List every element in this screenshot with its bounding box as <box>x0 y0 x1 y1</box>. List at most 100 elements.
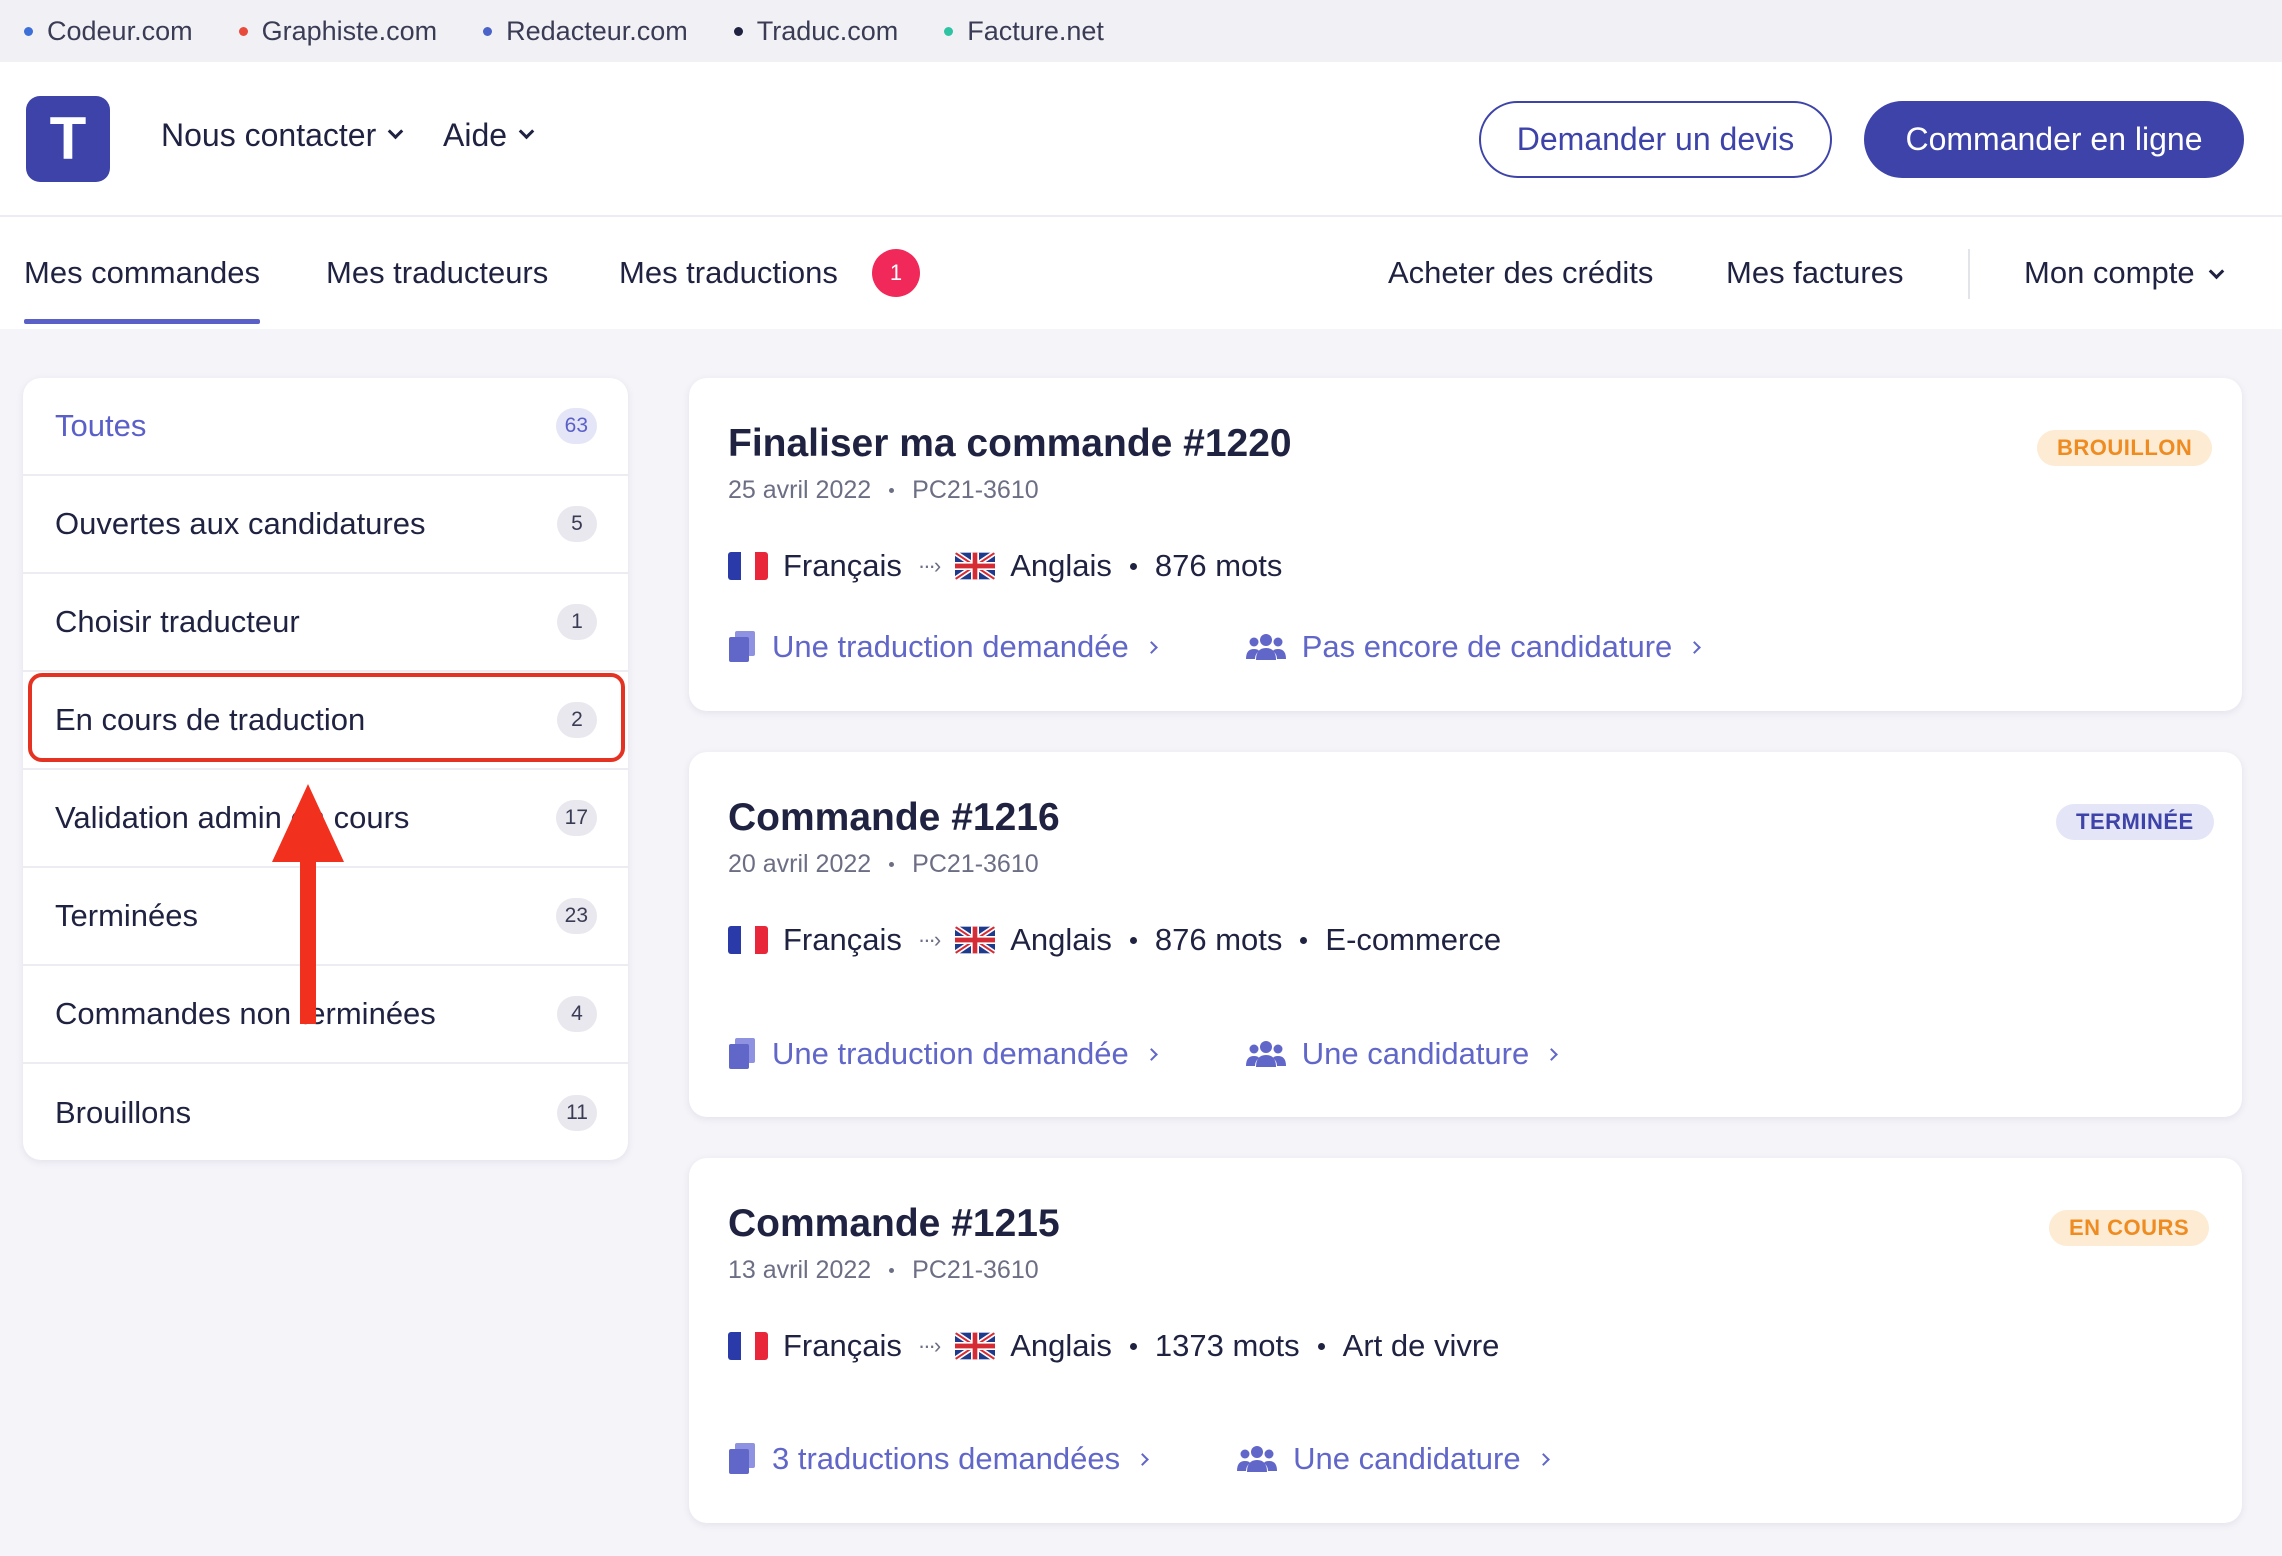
network-link-codeur[interactable]: Codeur.com <box>24 16 193 47</box>
order-ref: PC21-3610 <box>912 1256 1039 1284</box>
order-card[interactable]: Commande #1215 EN COURS 13 avril 2022 PC2… <box>689 1158 2242 1523</box>
dot-icon <box>483 26 493 36</box>
help-label: Aide <box>443 117 508 153</box>
network-label: Traduc.com <box>756 15 899 46</box>
source-language: Français <box>783 1328 902 1363</box>
filter-all[interactable]: Toutes 63 <box>23 378 628 476</box>
network-link-graphiste[interactable]: Graphiste.com <box>238 16 437 47</box>
network-label: Codeur.com <box>47 15 193 46</box>
applications-link[interactable]: Une candidature <box>1237 1441 1550 1477</box>
order-meta: 20 avril 2022 PC21-3610 <box>728 850 1039 879</box>
france-flag-icon <box>728 1332 768 1360</box>
nav-divider <box>1968 249 1970 299</box>
separator-dot <box>889 862 895 867</box>
separator-dot <box>889 1268 895 1273</box>
account-menu[interactable]: Mon compte <box>2024 255 2224 291</box>
translations-link[interactable]: Une traduction demandée <box>728 1036 1158 1072</box>
filter-count: 4 <box>557 996 597 1032</box>
help-menu[interactable]: Aide <box>443 117 535 154</box>
network-label: Facture.net <box>967 15 1104 46</box>
order-links: Une traduction demandée Une candidature <box>728 1036 1559 1072</box>
filter-label: Toutes <box>55 408 147 443</box>
translations-count-badge: 1 <box>872 249 920 297</box>
order-date: 25 avril 2022 <box>728 476 872 504</box>
order-title[interactable]: Commande #1215 <box>728 1202 1060 1246</box>
arrow-right-icon: ···› <box>917 1333 941 1358</box>
filter-count: 23 <box>555 898 597 934</box>
filter-count: 11 <box>557 1095 597 1131</box>
filter-count: 5 <box>557 506 597 542</box>
chevron-right-icon <box>1144 1047 1158 1061</box>
filter-label: Ouvertes aux candidatures <box>55 506 426 541</box>
translations-link[interactable]: 3 traductions demandées <box>728 1441 1149 1477</box>
uk-flag-icon <box>955 552 996 580</box>
tab-my-translators[interactable]: Mes traducteurs <box>326 255 548 291</box>
network-link-traduc[interactable]: Traduc.com <box>733 15 899 47</box>
network-link-facture[interactable]: Facture.net <box>944 16 1104 47</box>
chevron-down-icon <box>387 123 404 140</box>
dot-icon <box>944 26 954 36</box>
chevron-right-icon <box>1536 1452 1550 1466</box>
translations-link[interactable]: Une traduction demandée <box>728 629 1158 665</box>
tab-my-translations[interactable]: Mes traductions <box>619 255 838 291</box>
applications-link[interactable]: Pas encore de candidature <box>1245 629 1702 665</box>
account-nav: Mes commandes Mes traducteurs Mes traduc… <box>0 217 2282 329</box>
account-label: Mon compte <box>2024 255 2195 290</box>
order-meta: 13 avril 2022 PC21-3610 <box>728 1256 1039 1285</box>
users-icon <box>1245 1041 1286 1067</box>
contact-label: Nous contacter <box>161 117 377 153</box>
word-count: 1373 mots <box>1154 1328 1300 1363</box>
chevron-right-icon <box>1136 1452 1149 1466</box>
filter-count: 1 <box>557 604 597 640</box>
users-icon <box>1237 1446 1278 1472</box>
order-card[interactable]: Commande #1216 TERMINÉE 20 avril 2022 PC2… <box>689 752 2242 1117</box>
chevron-right-icon <box>1688 640 1702 654</box>
traduc-logo[interactable]: T <box>26 96 110 182</box>
filter-choose-translator[interactable]: Choisir traducteur 1 <box>23 574 628 672</box>
tab-my-orders[interactable]: Mes commandes <box>24 255 261 324</box>
tab-buy-credits[interactable]: Acheter des crédits <box>1388 255 1653 291</box>
filter-label: Validation admin en cours <box>55 800 410 835</box>
separator-dot <box>1317 1342 1325 1350</box>
order-title[interactable]: Finaliser ma commande #1220 <box>728 422 1292 466</box>
order-ref: PC21-3610 <box>912 476 1039 504</box>
tab-my-invoices[interactable]: Mes factures <box>1726 255 1903 291</box>
translations-link-label: Une traduction demandée <box>772 629 1129 664</box>
contact-menu[interactable]: Nous contacter <box>161 117 404 154</box>
language-row: Français ···› Anglais 876 mots E-commerc… <box>728 922 1501 958</box>
separator-dot <box>1129 562 1137 570</box>
source-language: Français <box>783 548 902 583</box>
network-link-redacteur[interactable]: Redacteur.com <box>483 16 688 47</box>
status-badge: TERMINÉE <box>2056 804 2214 840</box>
network-bar: Codeur.com Graphiste.com Redacteur.com T… <box>0 0 2282 62</box>
target-language: Anglais <box>1010 1328 1112 1363</box>
request-quote-button[interactable]: Demander un devis <box>1479 101 1832 178</box>
uk-flag-icon <box>955 926 996 954</box>
document-icon <box>729 1038 755 1069</box>
chevron-down-icon <box>518 123 535 140</box>
translations-link-label: Une traduction demandée <box>772 1036 1129 1071</box>
document-icon <box>729 1443 755 1474</box>
order-links: 3 traductions demandées Une candidature <box>728 1441 1550 1477</box>
order-category: E-commerce <box>1325 922 1502 957</box>
uk-flag-icon <box>955 1332 996 1360</box>
separator-dot <box>1129 936 1137 944</box>
order-category: Art de vivre <box>1342 1328 1500 1363</box>
applications-link-label: Une candidature <box>1301 1036 1530 1071</box>
site-header: T Nous contacter Aide Demander un devis … <box>0 62 2282 217</box>
status-badge: BROUILLON <box>2037 430 2213 466</box>
order-title[interactable]: Commande #1216 <box>728 796 1060 840</box>
word-count: 876 mots <box>1154 548 1283 583</box>
users-icon <box>1245 634 1286 660</box>
filter-drafts[interactable]: Brouillons 11 <box>23 1064 628 1160</box>
separator-dot <box>889 488 895 493</box>
france-flag-icon <box>728 926 768 954</box>
red-arrow-icon <box>272 784 344 1024</box>
order-online-button[interactable]: Commander en ligne <box>1864 101 2244 178</box>
filter-open-applications[interactable]: Ouvertes aux candidatures 5 <box>23 476 628 574</box>
source-language: Français <box>783 922 902 957</box>
word-count: 876 mots <box>1154 922 1283 957</box>
applications-link[interactable]: Une candidature <box>1245 1036 1559 1072</box>
order-card[interactable]: Finaliser ma commande #1220 BROUILLON 25… <box>689 378 2242 711</box>
target-language: Anglais <box>1010 548 1112 583</box>
